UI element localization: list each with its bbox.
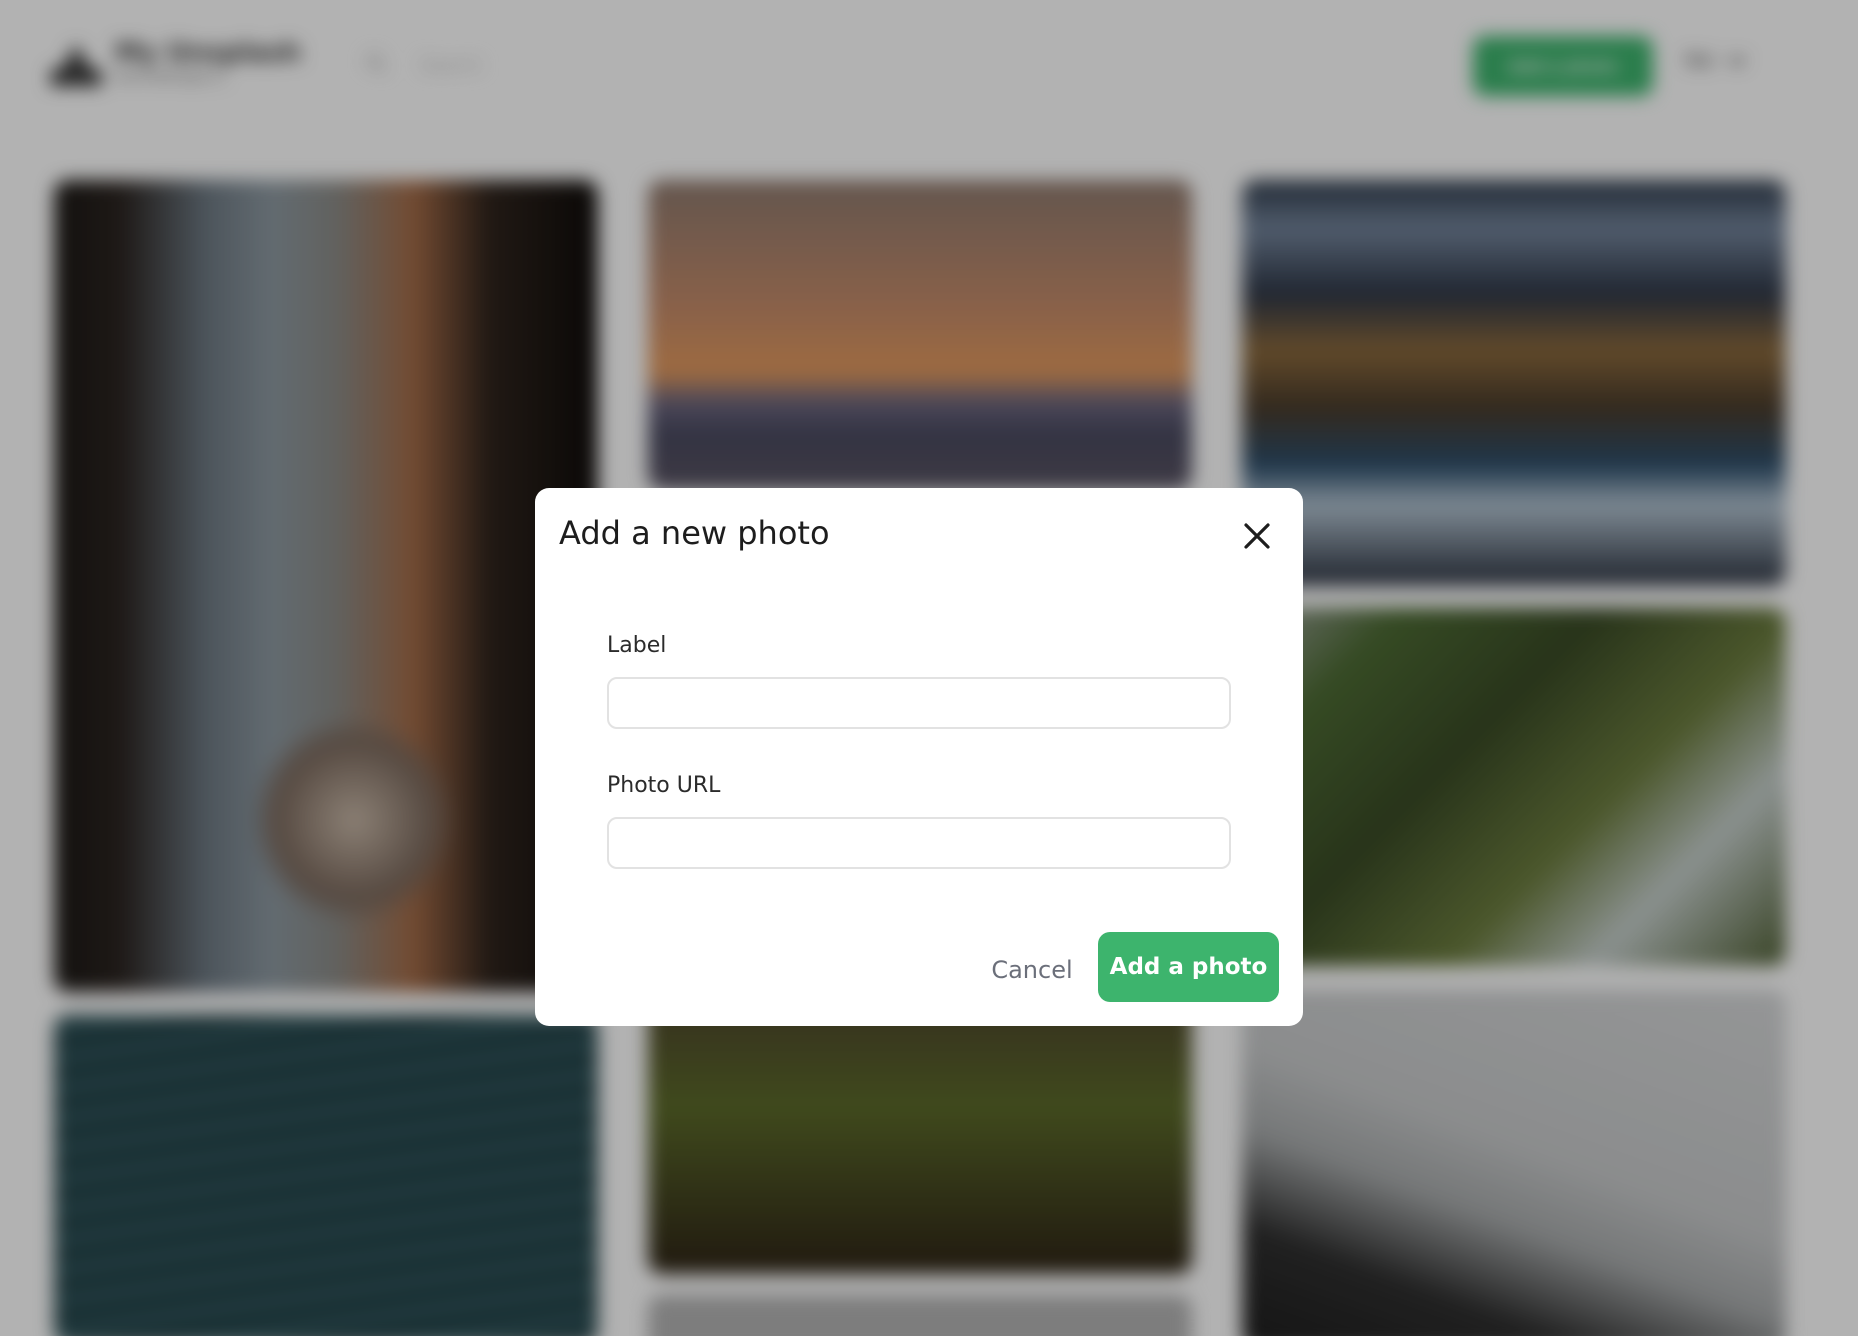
add-photo-dialog: Add a new photo Label Photo URL Cancel A… <box>535 488 1303 1026</box>
photo-url-input[interactable] <box>607 817 1231 869</box>
close-button[interactable] <box>1237 516 1277 556</box>
dialog-title: Add a new photo <box>559 514 830 552</box>
photo-url-field-label: Photo URL <box>607 773 721 798</box>
cancel-button[interactable]: Cancel <box>959 948 1105 992</box>
submit-add-photo-button[interactable]: Add a photo <box>1098 932 1279 1002</box>
label-field-label: Label <box>607 633 667 658</box>
label-input[interactable] <box>607 677 1231 729</box>
close-icon <box>1244 523 1270 549</box>
